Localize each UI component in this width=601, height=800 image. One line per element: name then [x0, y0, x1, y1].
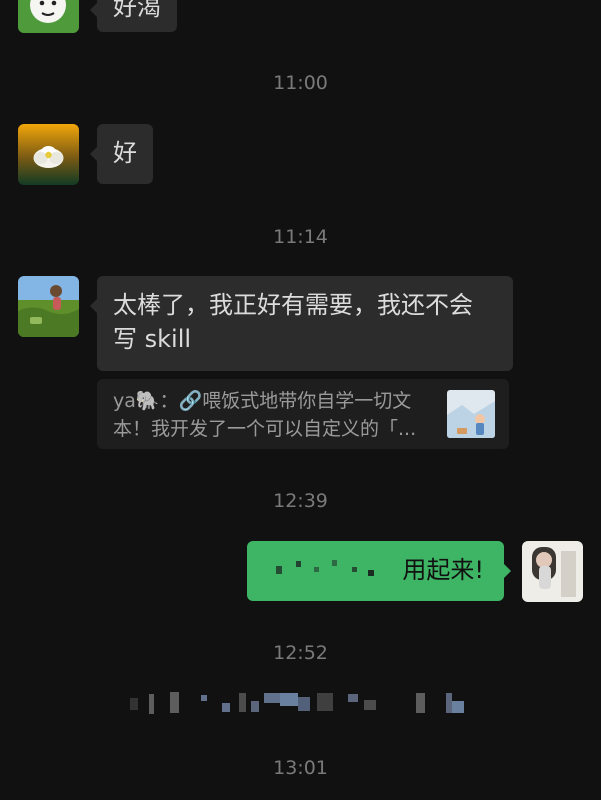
message-text-line-2: 写 skill — [113, 325, 192, 353]
redaction-pixel — [239, 693, 246, 712]
redaction-pixel — [332, 560, 337, 566]
redaction-pixel — [298, 697, 310, 711]
timestamp-1100: 11:00 — [273, 72, 328, 94]
redaction-pixel — [314, 567, 319, 572]
quote-thumbnail — [447, 390, 495, 438]
redaction-pixel — [130, 698, 138, 710]
redaction-pixel — [452, 701, 464, 713]
message-text-line-1: 太棒了，我正好有需要，我还不会 — [113, 291, 473, 319]
message-text: 好 — [113, 139, 137, 167]
timestamp-1301: 13:01 — [273, 757, 328, 779]
quote-line-2: 本！我开发了一个可以自定义的「... — [113, 418, 417, 440]
avatar-contact-2[interactable] — [18, 124, 79, 185]
timestamp-1239: 12:39 — [273, 490, 328, 512]
quote-prefix: ya🐘： — [113, 390, 179, 412]
redaction-pixel — [276, 566, 282, 574]
redaction-pixel — [280, 693, 298, 706]
redaction-pixel — [264, 693, 280, 703]
redaction-pixel — [348, 694, 358, 702]
redaction-pixel — [251, 701, 259, 712]
redaction-pixel — [296, 561, 301, 567]
quote-line-1-text: 喂饭式地带你自学一切文 — [202, 390, 412, 412]
redaction-pixel — [368, 570, 374, 576]
redaction-pixel — [222, 703, 230, 712]
message-text: 好渴 — [113, 0, 161, 21]
redacted-text — [266, 554, 386, 584]
message-bubble-2[interactable]: 好 — [90, 124, 153, 184]
redaction-pixel — [317, 693, 333, 711]
redaction-pixel — [201, 695, 207, 701]
avatar-self[interactable] — [522, 541, 583, 602]
redaction-pixel — [364, 700, 376, 710]
redaction-pixel — [416, 693, 425, 713]
redacted-system-message — [128, 690, 473, 714]
timestamp-1114: 11:14 — [273, 226, 328, 248]
avatar-contact-1[interactable] — [18, 0, 79, 33]
timestamp-1252: 12:52 — [273, 642, 328, 664]
quoted-message[interactable]: ya🐘：🔗喂饭式地带你自学一切文 本！我开发了一个可以自定义的「... — [97, 379, 509, 449]
avatar-contact-3[interactable] — [18, 276, 79, 337]
redaction-pixel — [170, 692, 179, 713]
quote-line-1: ya🐘：🔗喂饭式地带你自学一切文 — [113, 387, 449, 415]
link-icon: 🔗 — [178, 390, 203, 412]
message-text: 用起来! — [402, 556, 484, 584]
redaction-pixel — [352, 567, 357, 572]
message-bubble-1[interactable]: 好渴 — [90, 0, 177, 32]
message-bubble-3[interactable]: 太棒了，我正好有需要，我还不会 写 skill — [90, 276, 513, 371]
redaction-pixel — [149, 694, 154, 714]
